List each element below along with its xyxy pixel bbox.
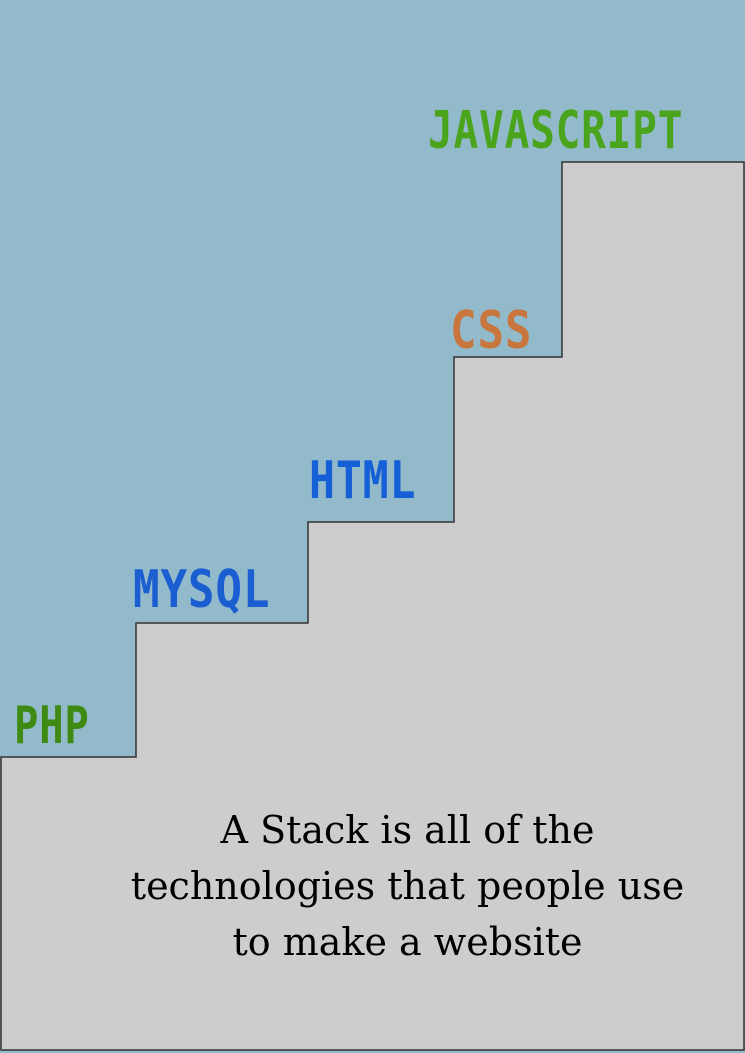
step-label-css: CSS — [450, 301, 533, 361]
caption: A Stack is all of the technologies that … — [100, 802, 715, 970]
caption-line: technologies that people use — [130, 864, 685, 908]
caption-line: to make a website — [232, 920, 583, 964]
step-label-php: PHP — [14, 696, 90, 756]
caption-line: A Stack is all of the — [220, 808, 595, 852]
step-label-mysql: MYSQL — [133, 560, 271, 620]
step-label-html: HTML — [309, 451, 417, 511]
step-label-javascript: JAVASCRIPT — [428, 101, 684, 161]
